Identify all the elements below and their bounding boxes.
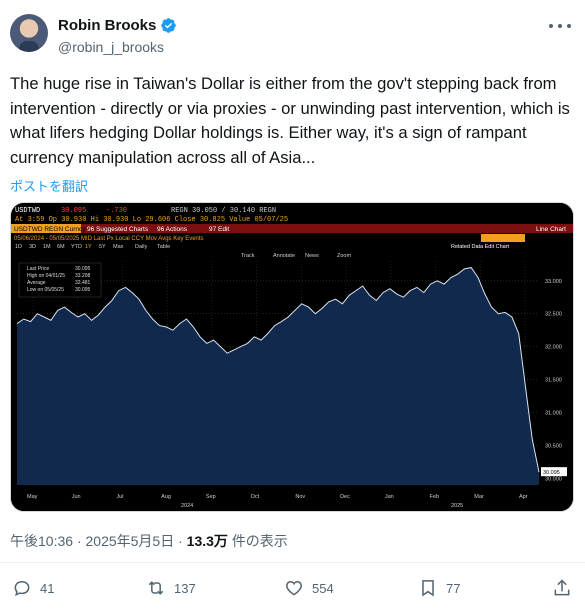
reply-count: 41 [40,580,55,596]
repost-icon [148,581,164,595]
avatar[interactable] [10,14,48,52]
legend-value: 32.481 [75,280,91,286]
period-max[interactable]: Max [113,244,124,250]
reply-icon [14,580,30,596]
author-name-row: Robin Brooks [58,17,177,34]
toolbar-track[interactable]: Track [241,253,255,259]
bookmark-icon [422,580,434,597]
y-tick-label: 30.000 [545,476,562,482]
y-tick-label: 31.000 [545,411,562,417]
bloomberg-chart: USDTWD 30.095 -.730 REGN 30.050 / 30.140… [11,203,573,511]
heart-icon [286,580,302,596]
meta-sep: · [76,533,82,549]
x-tick-label: Jan [385,494,394,500]
divider [0,562,585,563]
year-label: 2024 [181,503,193,509]
x-tick-label: Feb [430,494,439,500]
share-icon [554,579,570,596]
legend-label: Low on 05/05/25 [27,287,64,293]
action-bar: 41 137 554 77 [0,578,585,604]
tweet-meta: 午後10:36 · 2025年5月5日 · 13.3万 件の表示 [10,531,288,551]
more-options-icon[interactable] [549,18,571,34]
toolbar-zoom[interactable]: Zoom [337,253,351,259]
terminal-change: -.730 [106,207,127,215]
line-chart-label: Line Chart [536,226,566,233]
x-tick-label: Nov [295,494,305,500]
related-data: Related Data Edit Chart [451,244,510,250]
author-name[interactable]: Robin Brooks [58,17,156,34]
terminal-edit: 97 Edit [209,226,229,233]
reply-button[interactable]: 41 [12,578,54,598]
translate-link[interactable]: ポストを翻訳 [10,176,88,195]
x-tick-label: Dec [340,494,350,500]
x-tick-label: Apr [519,494,528,500]
y-tick-label: 32.000 [545,345,562,351]
terminal-ohlc: At 3:59 Op 30.930 Hi 30.930 Lo 29.606 Cl… [15,216,288,224]
period-1y[interactable]: 1Y [85,244,92,250]
period-6m[interactable]: 6M [57,244,65,250]
x-tick-label: Oct [251,494,260,500]
toolbar-annotate[interactable]: Annotate [273,253,295,259]
like-count: 554 [312,580,334,596]
view-count: 13.3万 [186,533,228,549]
meta-sep: · [178,533,183,549]
repost-button[interactable]: 137 [146,578,196,598]
author-handle[interactable]: @robin_j_brooks [58,39,164,55]
legend-label: High on 04/01/25 [27,273,65,279]
terminal-ticker: USDTWD [15,207,40,215]
chart-legend: Last Price 30.095 High on 04/01/25 33.208 Av… [18,262,102,298]
legend-label: Average [27,280,46,286]
x-tick-label: Jul [116,494,123,500]
tweet-date[interactable]: 2025年5月5日 [86,533,175,549]
legend-value: 30.095 [75,287,91,293]
legend-value: 30.095 [75,266,91,272]
like-button[interactable]: 554 [284,578,334,598]
terminal-range: 05/06/2024 - 05/05/2025 MID Last Px Loca… [14,236,204,242]
bookmark-button[interactable]: 77 [418,578,460,598]
legend-label: Last Price [27,266,49,272]
bookmark-count: 77 [446,580,461,596]
share-button[interactable] [552,578,572,598]
x-tick-label: May [27,494,38,500]
period-3d[interactable]: 3D [29,244,36,250]
x-tick-label: Sep [206,494,216,500]
period-table[interactable]: Table [157,244,170,250]
view-label: 件の表示 [231,533,288,549]
suggested-charts: 96 Suggested Charts [87,226,149,233]
tweet-time[interactable]: 午後10:36 [10,533,73,549]
period-daily[interactable]: Daily [135,244,147,250]
y-tick-label: 30.500 [545,443,562,449]
terminal-security: USDTWD REGN Curncy [14,226,86,233]
terminal-price: 30.095 [61,207,86,215]
x-tick-label: Jun [72,494,81,500]
repost-count: 137 [174,580,196,596]
y-tick-label: 31.500 [545,378,562,384]
x-tick-label: Aug [161,494,171,500]
period-1d[interactable]: 1D [15,244,22,250]
legend-value: 33.208 [75,273,91,279]
tweet-text: The huge rise in Taiwan's Dollar is eith… [10,74,570,167]
terminal-actions: 96 Actions [157,226,188,233]
y-tick-label: 32.500 [545,312,562,318]
last-price-label: 30.095 [543,470,560,476]
verified-badge-icon [161,18,177,33]
tweet-media-chart[interactable]: USDTWD 30.095 -.730 REGN 30.050 / 30.140… [10,202,574,512]
period-5y[interactable]: 5Y [99,244,106,250]
terminal-regn: REGN 30.050 / 30.140 REGN [171,207,276,215]
period-ytd[interactable]: YTD [71,244,82,250]
period-1m[interactable]: 1M [43,244,51,250]
x-tick-label: Mar [474,494,484,500]
toolbar-news[interactable]: News [305,253,319,259]
year-label: 2025 [451,503,463,509]
y-tick-label: 33.000 [545,279,562,285]
